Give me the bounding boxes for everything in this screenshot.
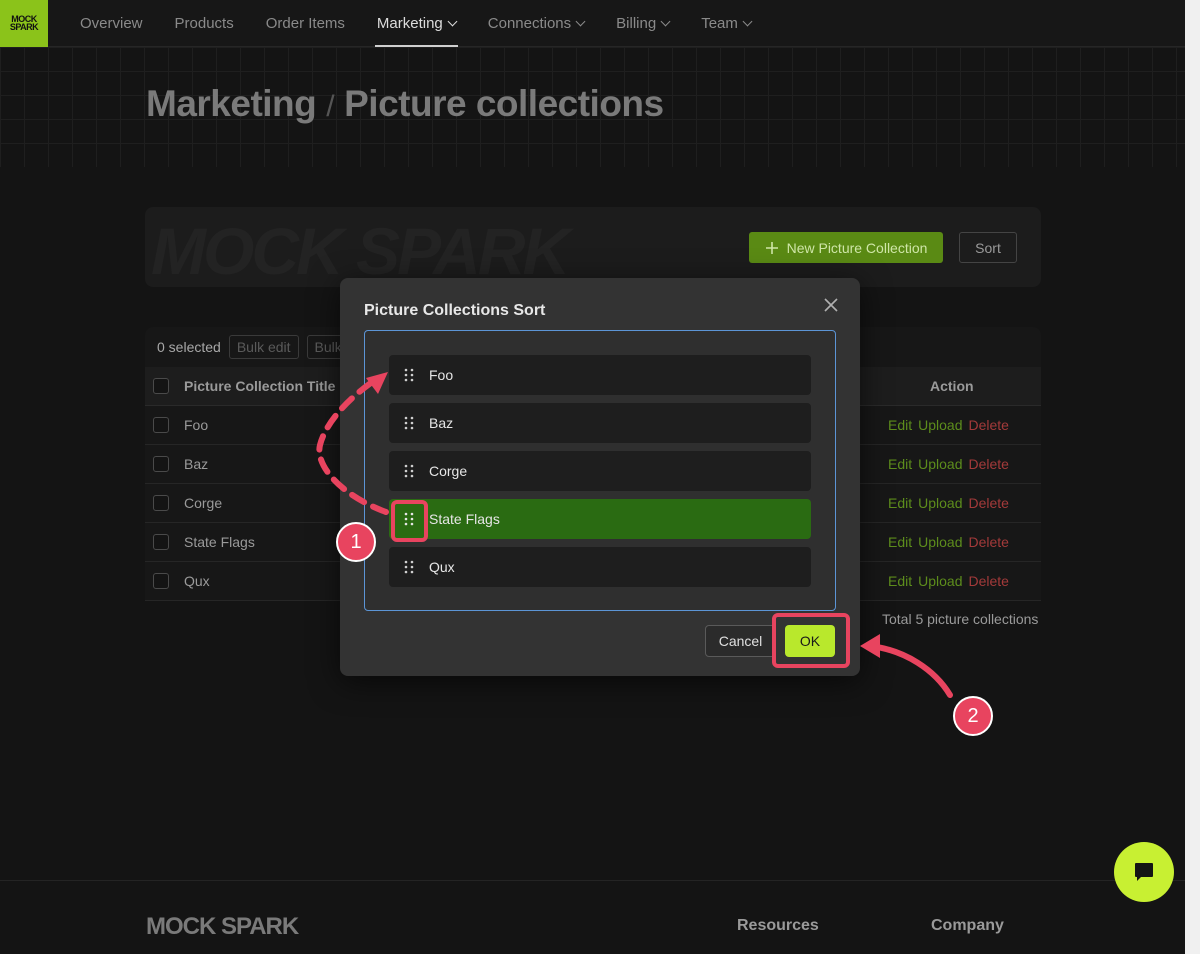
delete-link[interactable]: Delete [969,417,1009,433]
brand-logo[interactable]: MOCK SPARK [0,0,48,47]
ok-button[interactable]: OK [785,625,835,657]
sortable-item[interactable]: Corge [389,451,811,491]
row-checkbox[interactable] [153,534,169,550]
delete-link[interactable]: Delete [969,495,1009,511]
nav-item-marketing[interactable]: Marketing [361,0,472,47]
page-title: Picture collections [344,83,664,124]
plus-icon [765,241,778,254]
breadcrumb-section[interactable]: Marketing [146,83,317,125]
close-icon[interactable] [822,296,840,314]
table-total: Total 5 picture collections [882,611,1039,627]
nav-label: Overview [80,14,143,32]
column-header-title[interactable]: Picture Collection Title [184,378,335,394]
bulk-actions: 0 selected Bulk edit Bulk [157,335,350,359]
upload-link[interactable]: Upload [918,495,962,511]
breadcrumb: Marketing / Picture collections [146,83,664,125]
drag-handle-icon[interactable] [389,499,429,539]
row-actions: Edit Upload Delete [888,456,1009,472]
sortable-item-label: Foo [429,367,454,383]
chevron-down-icon [742,16,753,26]
footer-heading-company: Company [931,917,1004,934]
row-actions: Edit Upload Delete [888,417,1009,433]
button-label: New Picture Collection [786,239,928,256]
nav-label: Connections [487,14,572,32]
select-all-checkbox[interactable] [153,378,169,394]
upload-link[interactable]: Upload [918,534,962,550]
nav-item-overview[interactable]: Overview [64,0,159,47]
toolbar-card: MOCK SPARK New Picture Collection Sort [145,207,1041,288]
row-title: State Flags [184,534,255,550]
nav-item-order-items[interactable]: Order Items [250,0,361,47]
sortable-item-label: State Flags [429,511,500,527]
chevron-down-icon [447,16,458,26]
row-title: Baz [184,456,209,472]
dialog-title: Picture Collections Sort [364,302,546,319]
footer-logo[interactable]: MOCK SPARK [146,913,299,941]
step-badge-2: 2 [953,696,993,736]
chevron-down-icon [575,16,586,26]
nav-item-team[interactable]: Team [685,0,767,47]
row-title: Corge [184,495,223,511]
footer: MOCK SPARK Resources Company [0,880,1185,954]
edit-link[interactable]: Edit [888,534,912,550]
row-actions: Edit Upload Delete [888,495,1009,511]
row-title: Foo [184,417,209,433]
chat-launcher-button[interactable] [1114,842,1174,902]
sortable-item[interactable]: Qux [389,547,811,587]
column-header-action: Action [930,378,974,394]
delete-link[interactable]: Delete [969,534,1009,550]
row-checkbox[interactable] [153,495,169,511]
row-title: Qux [184,573,210,589]
nav-item-connections[interactable]: Connections [472,0,600,47]
sortable-list: Foo Baz Corge State Flags Qux [364,330,836,611]
edit-link[interactable]: Edit [888,456,912,472]
row-checkbox[interactable] [153,456,169,472]
breadcrumb-separator: / [326,90,335,123]
row-checkbox[interactable] [153,417,169,433]
nav-menu: Overview Products Order Items Marketing … [64,0,767,47]
cancel-button[interactable]: Cancel [705,625,776,657]
upload-link[interactable]: Upload [918,456,962,472]
sortable-item-dragging[interactable]: State Flags [389,499,811,539]
edit-link[interactable]: Edit [888,495,912,511]
delete-link[interactable]: Delete [969,456,1009,472]
row-actions: Edit Upload Delete [888,573,1009,589]
drag-handle-icon[interactable] [389,451,429,491]
footer-heading-resources: Resources [737,917,819,934]
row-checkbox[interactable] [153,573,169,589]
chevron-down-icon [660,16,671,26]
new-picture-collection-button[interactable]: New Picture Collection [749,232,943,263]
drag-handle-icon[interactable] [389,547,429,587]
nav-label: Marketing [376,14,443,32]
edit-link[interactable]: Edit [888,417,912,433]
sortable-item[interactable]: Foo [389,355,811,395]
upload-link[interactable]: Upload [918,417,962,433]
delete-link[interactable]: Delete [969,573,1009,589]
nav-label: Billing [616,14,657,32]
nav-label: Team [701,14,738,32]
sortable-item-label: Baz [429,415,454,431]
bulk-edit-button[interactable]: Bulk edit [228,335,299,359]
nav-label: Products [174,14,234,32]
upload-link[interactable]: Upload [918,573,962,589]
nav-item-billing[interactable]: Billing [600,0,685,47]
row-actions: Edit Upload Delete [888,534,1009,550]
edit-link[interactable]: Edit [888,573,912,589]
page-scrollbar[interactable] [1185,0,1200,954]
drag-handle-icon[interactable] [389,403,429,443]
drag-handle-icon[interactable] [389,355,429,395]
sort-dialog: Picture Collections Sort Foo Baz Corge S… [340,278,860,676]
page-header: Marketing / Picture collections [0,47,1185,167]
sortable-item[interactable]: Baz [389,403,811,443]
selected-count: 0 selected [157,339,221,355]
sort-button[interactable]: Sort [959,232,1017,263]
sortable-item-label: Qux [429,559,455,575]
nav-label: Order Items [265,14,345,32]
chat-bubble-icon [1135,863,1153,881]
nav-item-products[interactable]: Products [159,0,250,47]
top-nav: MOCK SPARK Overview Products Order Items … [0,0,1185,47]
sortable-item-label: Corge [429,463,468,479]
